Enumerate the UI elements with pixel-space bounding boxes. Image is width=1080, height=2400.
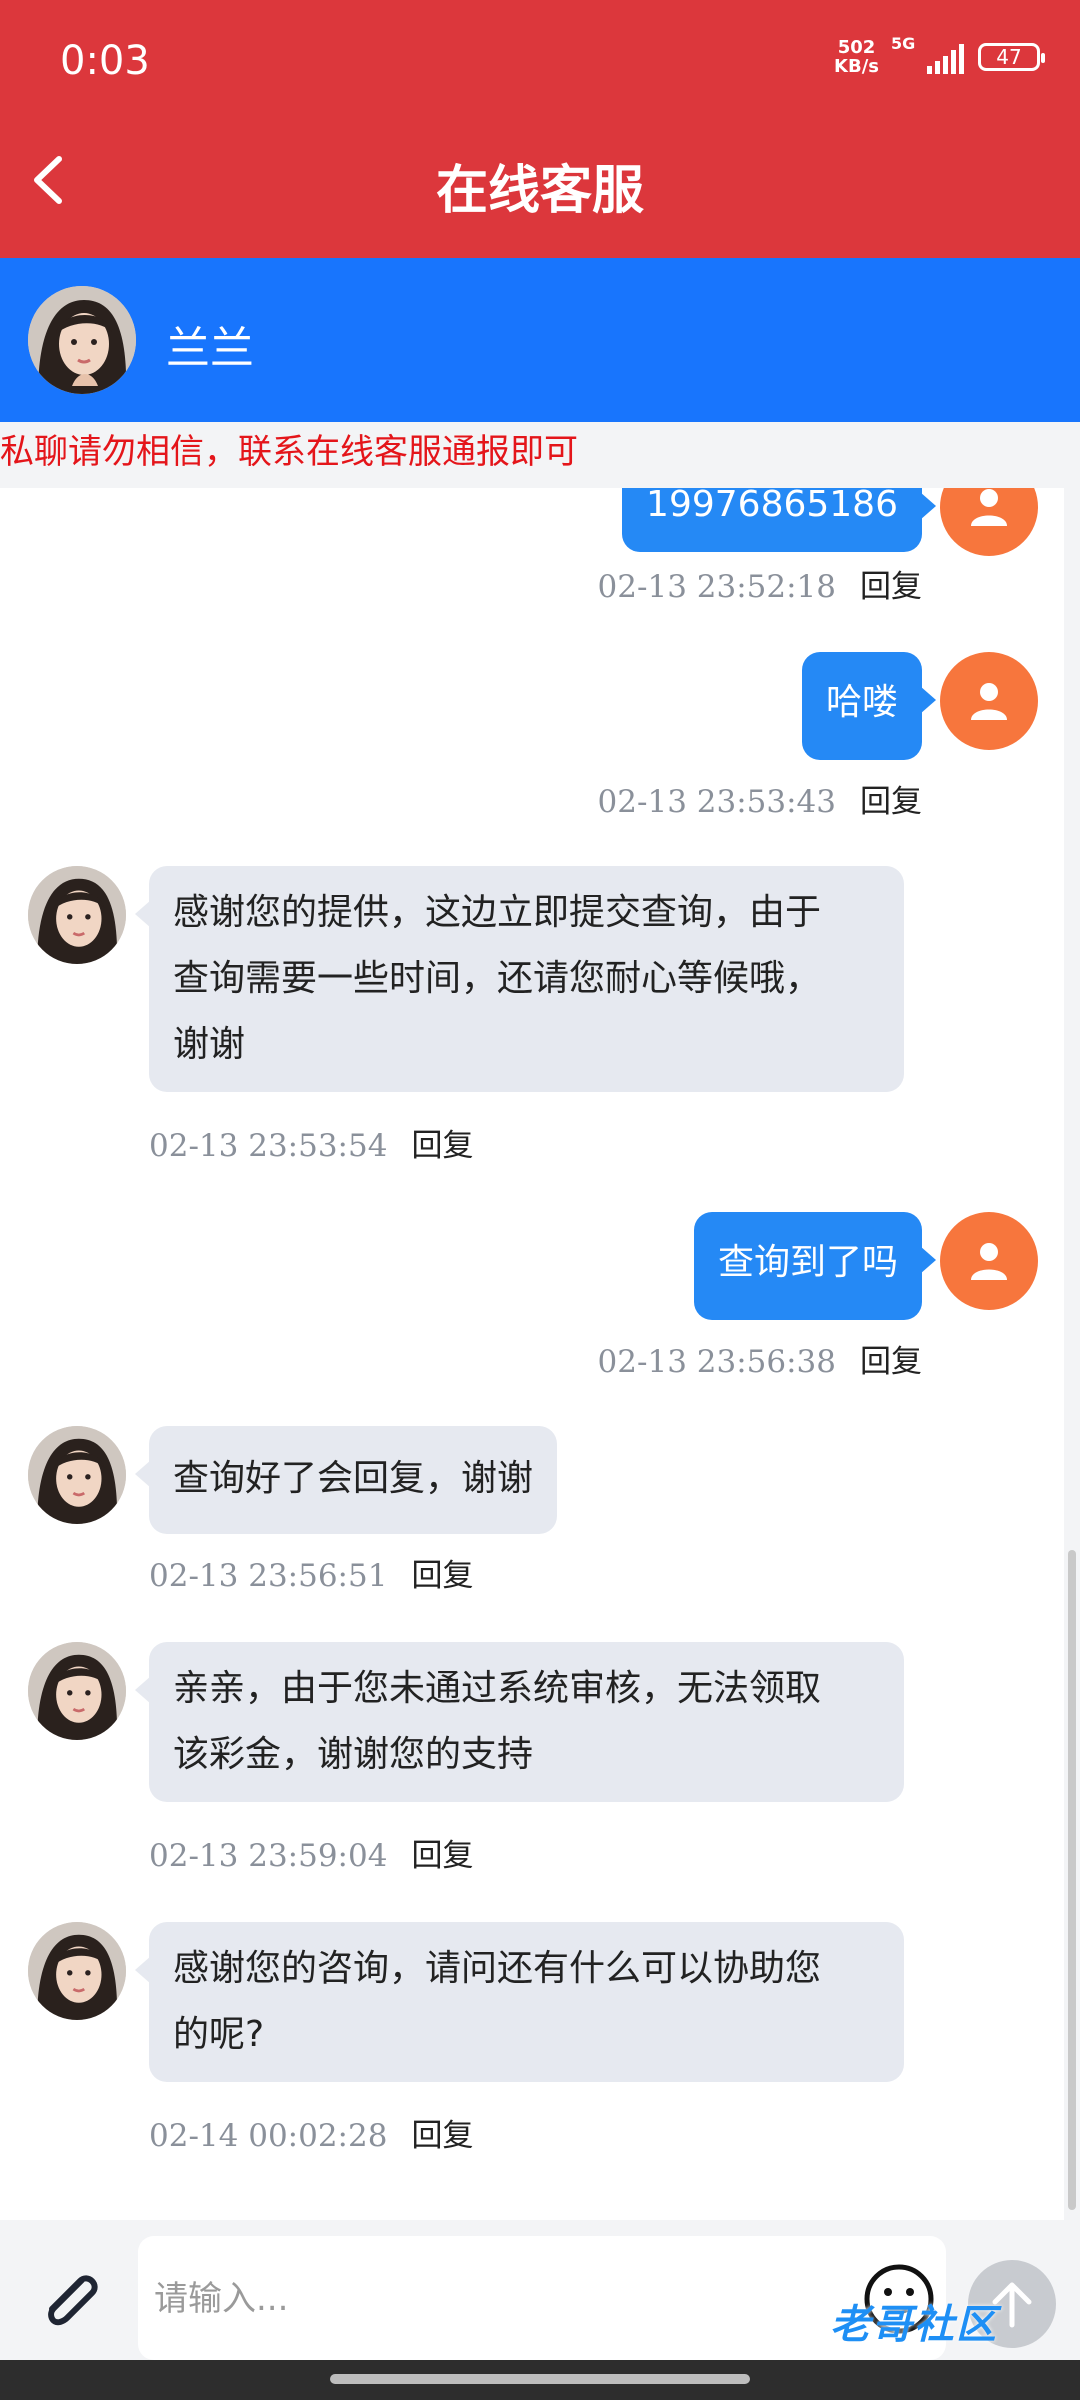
message-text-line: 该彩金，谢谢您的支持: [173, 1734, 534, 1775]
agent-name: 兰兰: [166, 323, 254, 374]
agent-info-bar: 兰兰: [0, 258, 1080, 422]
page-title: 在线客服: [435, 161, 644, 221]
warning-notice: 私聊请勿相信，联系在线客服通报即可: [0, 422, 1080, 488]
attach-button[interactable]: [30, 2260, 110, 2340]
message-text: 查询到了吗: [717, 1242, 898, 1283]
user-icon: [971, 683, 1007, 720]
message-text: 哈喽: [825, 682, 898, 723]
agent-avatar: [28, 1426, 126, 1524]
reply-button[interactable]: 回复: [411, 1128, 473, 1164]
message-timestamp: 02-13 23:56:51: [149, 1558, 388, 1594]
message-text: 查询好了会回复，谢谢: [173, 1458, 534, 1499]
message-timestamp: 02-14 00:02:28: [149, 2118, 388, 2154]
status-indicators: 502 KB/s 5G 47: [834, 34, 1045, 76]
user-avatar: [940, 1212, 1038, 1310]
user-message-bubble[interactable]: 19976865186: [622, 488, 936, 552]
message-meta: 02-13 23:53:54 回复: [149, 1120, 473, 1165]
message-timestamp: 02-13 23:52:18: [597, 569, 836, 605]
agent-avatar: [28, 866, 126, 964]
message-meta: 02-14 00:02:28 回复: [149, 2110, 473, 2155]
reply-button[interactable]: 回复: [860, 784, 922, 820]
chat-scrollbar[interactable]: [1068, 1550, 1076, 2210]
message-meta: 02-13 23:56:51 回复: [149, 1550, 473, 1595]
message-input-wrapper: [138, 2236, 946, 2362]
agent-avatar: [28, 1922, 126, 2020]
message-text-line: 谢谢: [173, 1024, 246, 1065]
battery-icon: 47: [978, 43, 1045, 71]
message-meta: 02-13 23:52:18 回复: [598, 561, 922, 606]
message-timestamp: 02-13 23:56:38: [597, 1344, 836, 1380]
user-avatar: [940, 652, 1038, 750]
reply-button[interactable]: 回复: [860, 569, 922, 605]
message-meta: 02-13 23:53:43 回复: [598, 776, 922, 821]
user-icon: [971, 1243, 1007, 1280]
agent-message-bubble[interactable]: 查询好了会回复，谢谢: [134, 1426, 558, 1534]
network-speed-value: 502: [837, 37, 876, 58]
reply-button[interactable]: 回复: [411, 2118, 473, 2154]
battery-level: 47: [996, 45, 1022, 69]
reply-button[interactable]: 回复: [860, 1344, 922, 1380]
reply-button[interactable]: 回复: [411, 1558, 473, 1594]
signal-icon: 5G: [891, 34, 964, 74]
user-message-bubble[interactable]: 哈喽: [801, 652, 937, 760]
message-input[interactable]: [152, 2236, 796, 2362]
app-header: 0:03 502 KB/s 5G 47 在线客服: [0, 0, 1080, 258]
message-timestamp: 02-13 23:59:04: [149, 1838, 388, 1874]
message-text-line: 的呢?: [173, 2014, 265, 2055]
user-message-bubble[interactable]: 查询到了吗: [693, 1212, 937, 1320]
agent-avatar: [28, 1642, 126, 1740]
paperclip-icon: [48, 2275, 98, 2326]
network-type: 5G: [891, 34, 916, 53]
message-meta: 02-13 23:59:04 回复: [149, 1830, 473, 1875]
message-timestamp: 02-13 23:53:43: [597, 784, 836, 820]
message-text-line: 感谢您的咨询，请问还有什么可以协助您: [173, 1948, 822, 1989]
message-text-line: 查询需要一些时间，还请您耐心等候哦，: [173, 958, 822, 999]
agent-avatar[interactable]: [28, 286, 136, 394]
agent-message-bubble[interactable]: 感谢您的提供，这边立即提交查询，由于 查询需要一些时间，还请您耐心等候哦， 谢谢: [135, 866, 904, 1092]
reply-button[interactable]: 回复: [411, 1838, 473, 1874]
system-navigation-bar: [0, 2360, 1080, 2400]
message-text-line: 感谢您的提供，这边立即提交查询，由于: [173, 892, 822, 933]
home-indicator[interactable]: [330, 2374, 750, 2384]
message-text: 19976865186: [646, 488, 898, 525]
user-avatar: [940, 488, 1038, 556]
message-text-line: 亲亲，由于您未通过系统审核，无法领取: [173, 1668, 822, 1709]
chat-message-list[interactable]: 19976865186 02-13 23:52:18 回复 哈喽 02-13 23…: [0, 488, 1064, 2220]
status-time: 0:03: [60, 38, 150, 84]
message-timestamp: 02-13 23:53:54: [149, 1128, 388, 1164]
watermark-logo: 老哥社区: [830, 2302, 998, 2348]
network-speed: 502 KB/s: [834, 38, 879, 76]
user-icon: [971, 489, 1007, 526]
agent-message-bubble[interactable]: 感谢您的咨询，请问还有什么可以协助您 的呢?: [135, 1922, 904, 2082]
agent-message-bubble[interactable]: 亲亲，由于您未通过系统审核，无法领取 该彩金，谢谢您的支持: [135, 1642, 904, 1802]
network-speed-unit: KB/s: [834, 56, 879, 77]
message-meta: 02-13 23:56:38 回复: [598, 1336, 922, 1381]
